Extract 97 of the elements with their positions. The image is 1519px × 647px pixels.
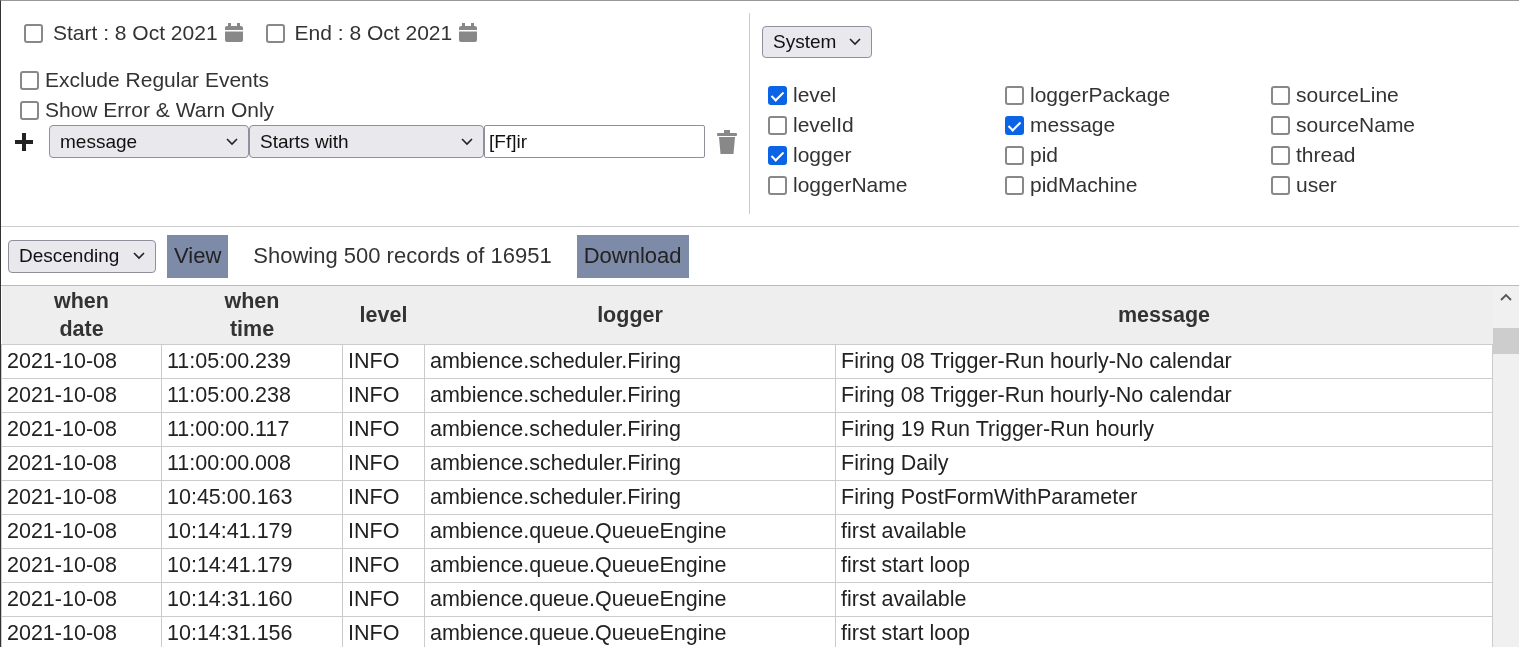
table-cell: ambience.scheduler.Firing [424, 412, 836, 447]
view-button[interactable]: View [167, 234, 229, 278]
table-cell: ambience.scheduler.Firing [424, 446, 836, 481]
column-header: level [342, 286, 425, 345]
table-cell: INFO [342, 582, 425, 617]
scrollbar[interactable] [1493, 286, 1519, 647]
date-label: Start : 8 Oct 2021 [53, 21, 218, 45]
scroll-up-icon[interactable] [1500, 293, 1512, 301]
scroll-thumb[interactable] [1493, 328, 1519, 354]
table-cell: ambience.queue.QueueEngine [424, 548, 836, 583]
calendar-icon[interactable] [458, 23, 479, 43]
table-cell: Firing PostFormWithParameter [835, 480, 1493, 515]
checkbox[interactable] [1005, 145, 1024, 165]
table-cell: INFO [342, 446, 425, 481]
table-cell: first start loop [835, 548, 1493, 583]
trash-icon[interactable] [717, 129, 737, 154]
field-label: level [793, 83, 837, 107]
table-cell: INFO [342, 378, 425, 413]
table-cell: INFO [342, 412, 425, 447]
checkbox[interactable] [1271, 145, 1290, 165]
checkbox[interactable] [265, 23, 285, 43]
field-select[interactable]: message [49, 125, 249, 158]
field-label: loggerName [793, 173, 908, 197]
table-cell: 10:14:41.179 [161, 514, 343, 549]
table-cell: ambience.queue.QueueEngine [424, 514, 836, 549]
table-cell: first available [835, 514, 1493, 549]
table-cell: 11:00:00.008 [161, 446, 343, 481]
field-label: message [1030, 113, 1116, 137]
table-cell: 2021-10-08 [1, 412, 162, 447]
table-cell: Firing 08 Trigger-Run hourly-No calendar [835, 378, 1493, 413]
checkbox[interactable] [24, 23, 43, 43]
table-cell: 10:14:41.179 [161, 548, 343, 583]
chevron-icon [461, 137, 473, 146]
chevron-icon [849, 38, 861, 46]
date-label: End : 8 Oct 2021 [294, 21, 453, 45]
plus-icon[interactable] [14, 131, 34, 152]
checkbox[interactable] [768, 115, 787, 135]
field-label: thread [1296, 143, 1356, 167]
table-cell: 2021-10-08 [1, 344, 162, 379]
checkbox[interactable] [20, 100, 39, 120]
source-select[interactable]: System [762, 26, 872, 58]
table-cell: Firing Daily [835, 446, 1493, 481]
field-label: levelId [793, 113, 854, 137]
chevron-icon [133, 252, 145, 260]
calendar-icon[interactable] [223, 23, 244, 43]
table-cell: 10:14:31.160 [161, 582, 343, 617]
table-cell: ambience.scheduler.Firing [424, 480, 836, 515]
checkbox[interactable] [1271, 85, 1290, 105]
field-label: loggerPackage [1030, 83, 1171, 107]
download-button[interactable]: Download [576, 234, 689, 278]
order-select[interactable]: Descending [8, 239, 156, 273]
table-cell: first available [835, 582, 1493, 617]
checkbox[interactable] [1005, 115, 1024, 135]
checkbox[interactable] [768, 145, 787, 165]
table-cell: 2021-10-08 [1, 616, 162, 647]
field-label: sourceName [1296, 113, 1416, 137]
field-label: user [1296, 173, 1337, 197]
table-cell: 11:00:00.117 [161, 412, 343, 447]
field-label: logger [793, 143, 852, 167]
table-cell: 11:05:00.239 [161, 344, 343, 379]
record-count: Showing 500 records of 16951 [253, 243, 552, 269]
table-cell: INFO [342, 480, 425, 515]
option-label: Show Error & Warn Only [45, 98, 275, 122]
field-label: pidMachine [1030, 173, 1138, 197]
table-cell: 2021-10-08 [1, 582, 162, 617]
table-cell: 2021-10-08 [1, 480, 162, 515]
table-cell: Firing 08 Trigger-Run hourly-No calendar [835, 344, 1493, 379]
checkbox[interactable] [20, 70, 39, 90]
operator-select[interactable]: Starts with [249, 125, 484, 158]
checkbox[interactable] [1271, 175, 1290, 195]
table-cell: ambience.queue.QueueEngine [424, 582, 836, 617]
table-cell: Firing 19 Run Trigger-Run hourly [835, 412, 1493, 447]
table-cell: 10:45:00.163 [161, 480, 343, 515]
checkbox[interactable] [1005, 85, 1024, 105]
table-cell: 2021-10-08 [1, 548, 162, 583]
field-label: pid [1030, 143, 1059, 167]
checkbox[interactable] [768, 85, 787, 105]
chevron-icon [226, 137, 238, 146]
column-header: when date [1, 286, 162, 345]
checkbox[interactable] [768, 175, 787, 195]
table-cell: ambience.scheduler.Firing [424, 378, 836, 413]
table-cell: INFO [342, 514, 425, 549]
filter-input[interactable]: [Ff]ir [484, 125, 705, 158]
checkbox[interactable] [1271, 115, 1290, 135]
column-header: logger [424, 286, 836, 345]
column-header: message [835, 286, 1493, 345]
table-cell: 2021-10-08 [1, 446, 162, 481]
table-cell: INFO [342, 344, 425, 379]
field-label: sourceLine [1296, 83, 1399, 107]
table-cell: ambience.scheduler.Firing [424, 344, 836, 379]
column-header: when time [161, 286, 343, 345]
table-cell: INFO [342, 548, 425, 583]
table-cell: 2021-10-08 [1, 514, 162, 549]
table-cell: 2021-10-08 [1, 378, 162, 413]
checkbox[interactable] [1005, 175, 1024, 195]
table-cell: 11:05:00.238 [161, 378, 343, 413]
option-label: Exclude Regular Events [45, 68, 270, 92]
